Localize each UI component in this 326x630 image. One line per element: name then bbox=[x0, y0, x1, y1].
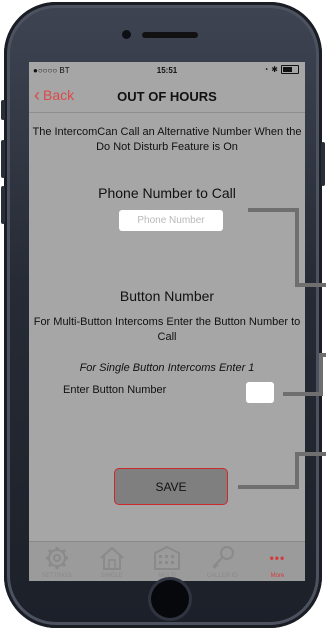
house-icon bbox=[100, 546, 124, 570]
button-number-heading: Button Number bbox=[119, 288, 215, 304]
page-title: OUT OF HOURS bbox=[117, 89, 217, 104]
home-button[interactable] bbox=[151, 580, 189, 618]
phone-number-input[interactable] bbox=[119, 210, 223, 231]
tab-label: SETTINGS bbox=[41, 573, 72, 579]
phone-number-heading: Phone Number to Call bbox=[98, 185, 236, 201]
mute-switch bbox=[1, 100, 5, 120]
volume-up-button bbox=[1, 140, 5, 178]
tab-label: SINGLE bbox=[100, 573, 123, 579]
tab-single[interactable]: SINGLE bbox=[84, 542, 139, 581]
front-camera bbox=[122, 30, 131, 39]
single-button-instructions: For Single Button Intercoms Enter 1 bbox=[79, 362, 255, 374]
phone-frame: ●○○○○ BT 15:51 ◔ ✱ ‹ Back OUT OF HOURS T… bbox=[1, 2, 325, 628]
callout-line-phone bbox=[295, 283, 326, 287]
tab-caller-id[interactable]: CALLER ID bbox=[195, 542, 250, 581]
screen: ●○○○○ BT 15:51 ◔ ✱ ‹ Back OUT OF HOURS T… bbox=[29, 62, 305, 581]
key-icon bbox=[212, 546, 235, 569]
tab-label: CALLER ID bbox=[206, 573, 238, 579]
callout-line-phone bbox=[295, 208, 299, 286]
gear-icon bbox=[45, 547, 68, 569]
callout-line-save bbox=[295, 452, 299, 489]
earpiece-speaker bbox=[142, 32, 198, 38]
multi-button-instructions: For Multi-Button Intercoms Enter the But… bbox=[33, 316, 301, 343]
status-bar: ●○○○○ BT 15:51 ◔ ✱ bbox=[29, 62, 305, 79]
tab-label: MULTI bbox=[158, 573, 176, 579]
power-button bbox=[321, 142, 325, 186]
callout-line-save bbox=[238, 485, 298, 489]
callout-line-phone bbox=[248, 208, 298, 212]
callout-line-button bbox=[319, 353, 326, 357]
button-number-input[interactable] bbox=[246, 382, 274, 403]
callout-line-save bbox=[295, 452, 326, 456]
alarm-icon: ◔ bbox=[263, 65, 269, 74]
building-icon bbox=[154, 545, 180, 570]
bluetooth-icon: ✱ bbox=[271, 65, 278, 74]
tab-settings[interactable]: SETTINGS bbox=[29, 542, 84, 581]
callout-line-button bbox=[319, 353, 323, 396]
battery-icon bbox=[281, 65, 299, 74]
tab-more[interactable]: ••• More bbox=[250, 542, 305, 581]
callout-line-button bbox=[283, 392, 323, 396]
tab-multi[interactable]: MULTI bbox=[139, 542, 194, 581]
save-button[interactable]: SAVE bbox=[114, 468, 228, 505]
tab-bar: SETTINGS SINGLE MULTI CALLER ID ••• More bbox=[29, 541, 305, 581]
button-number-label: Enter Button Number bbox=[63, 384, 167, 396]
volume-down-button bbox=[1, 186, 5, 224]
tab-label: More bbox=[270, 573, 285, 579]
more-dots-icon: ••• bbox=[269, 551, 286, 565]
nav-bar: ‹ Back OUT OF HOURS bbox=[29, 79, 305, 113]
intro-text: The IntercomCan Call an Alternative Numb… bbox=[32, 126, 302, 153]
